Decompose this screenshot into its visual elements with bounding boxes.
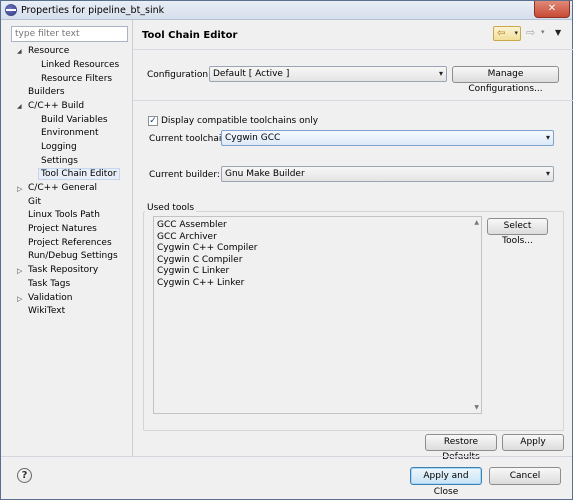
cancel-button[interactable]: Cancel bbox=[489, 467, 561, 485]
tree-item-logging[interactable]: Logging bbox=[41, 141, 77, 154]
used-tools-label: Used tools bbox=[145, 203, 197, 213]
tree-item-settings[interactable]: Settings bbox=[41, 155, 78, 168]
page-header-toolbar: ⇦ ▾ ⇨ ▾ ▼ bbox=[491, 26, 571, 42]
back-arrow-icon: ⇦ bbox=[497, 28, 506, 39]
eclipse-icon bbox=[5, 4, 17, 16]
tree-item-label: Settings bbox=[41, 156, 78, 166]
tree-item-tool-chain-editor[interactable]: Tool Chain Editor bbox=[38, 168, 120, 181]
back-button[interactable]: ⇦ ▾ bbox=[493, 26, 521, 41]
tree-item-label: Resource Filters bbox=[41, 74, 113, 84]
tree-item-label: Project Natures bbox=[28, 224, 97, 234]
tree-item-label: Linked Resources bbox=[41, 60, 120, 70]
tree-item-label: Git bbox=[28, 197, 42, 207]
list-item[interactable]: Cygwin C++ Linker bbox=[157, 278, 244, 288]
apply-button[interactable]: Apply bbox=[502, 434, 564, 451]
title-bar: Properties for pipeline_bt_sink ✕ bbox=[1, 1, 572, 20]
expanded-arrow-icon[interactable]: ◢ bbox=[17, 103, 25, 111]
properties-dialog: Properties for pipeline_bt_sink ✕ ◢ Reso… bbox=[0, 0, 573, 500]
select-tools-button[interactable]: Select Tools... bbox=[487, 218, 548, 246]
scroll-up-icon[interactable]: ▲ bbox=[474, 219, 479, 226]
tree-item-label: Task Repository bbox=[28, 265, 99, 275]
forward-arrow-icon[interactable]: ⇨ bbox=[526, 26, 535, 39]
tree-item-project-references[interactable]: Project References bbox=[28, 237, 112, 250]
tree-item-label: Tool Chain Editor bbox=[38, 168, 120, 180]
tree-item-environment[interactable]: Environment bbox=[41, 127, 98, 140]
list-item[interactable]: GCC Archiver bbox=[157, 232, 217, 242]
chevron-down-icon: ▾ bbox=[545, 133, 550, 142]
current-toolchain-label: Current toolchain: bbox=[149, 134, 231, 144]
tree-item-label: C/C++ Build bbox=[28, 101, 85, 111]
tree-item-label: Project References bbox=[28, 238, 112, 248]
tree-item-label: Run/Debug Settings bbox=[28, 251, 118, 261]
tree-item-label: Validation bbox=[28, 293, 73, 303]
current-toolchain-value: Cygwin GCC bbox=[225, 133, 281, 143]
restore-defaults-button[interactable]: Restore Defaults bbox=[425, 434, 497, 462]
configuration-label: Configuration: bbox=[147, 70, 212, 80]
view-menu-icon[interactable]: ▼ bbox=[555, 28, 561, 37]
manage-configurations-button[interactable]: Manage Configurations... bbox=[452, 66, 559, 94]
tree-item-label: C/C++ General bbox=[28, 183, 98, 193]
list-item[interactable]: GCC Assembler bbox=[157, 220, 227, 230]
tree-item-project-natures[interactable]: Project Natures bbox=[28, 223, 97, 236]
forward-dropdown-icon[interactable]: ▾ bbox=[541, 28, 545, 36]
collapsed-arrow-icon[interactable]: ▷ bbox=[17, 295, 25, 303]
tree-item-task-tags[interactable]: Task Tags bbox=[28, 278, 70, 291]
current-builder-value: Gnu Make Builder bbox=[225, 169, 305, 179]
tree-item-label: Build Variables bbox=[41, 115, 108, 125]
tree-item-build-variables[interactable]: Build Variables bbox=[41, 114, 108, 127]
tree-item-label: Builders bbox=[28, 87, 65, 97]
header-separator bbox=[133, 49, 573, 50]
current-toolchain-select[interactable]: Cygwin GCC ▾ bbox=[221, 130, 554, 146]
tree-item-label: Logging bbox=[41, 142, 77, 152]
tree-item-label: Resource bbox=[28, 46, 70, 56]
page-title: Tool Chain Editor bbox=[142, 30, 238, 41]
tree-item-linux-tools-path[interactable]: Linux Tools Path bbox=[28, 209, 100, 222]
help-icon[interactable]: ? bbox=[17, 468, 32, 483]
tree-item-label: Environment bbox=[41, 128, 99, 138]
list-item[interactable]: Cygwin C Compiler bbox=[157, 255, 242, 265]
tree-item-label: Linux Tools Path bbox=[28, 210, 100, 220]
tree-item-builders[interactable]: Builders bbox=[28, 86, 65, 99]
tree-item-resource-filters[interactable]: Resource Filters bbox=[41, 73, 112, 86]
tree-item-linked-resources[interactable]: Linked Resources bbox=[41, 59, 119, 72]
window-title: Properties for pipeline_bt_sink bbox=[21, 5, 165, 16]
current-builder-label: Current builder: bbox=[149, 170, 220, 180]
apply-and-close-button[interactable]: Apply and Close bbox=[410, 467, 482, 497]
chevron-down-icon: ▾ bbox=[438, 69, 443, 78]
configuration-value: Default [ Active ] bbox=[213, 69, 290, 79]
tree-item-run-debug-settings[interactable]: Run/Debug Settings bbox=[28, 250, 118, 263]
tree-item-git[interactable]: Git bbox=[28, 196, 41, 209]
current-builder-select[interactable]: Gnu Make Builder ▾ bbox=[221, 166, 554, 182]
config-separator bbox=[133, 100, 573, 101]
footer-separator bbox=[1, 456, 572, 457]
chevron-down-icon: ▾ bbox=[545, 169, 550, 178]
tree-item-wikitext[interactable]: WikiText bbox=[28, 305, 65, 318]
list-item[interactable]: Cygwin C++ Compiler bbox=[157, 243, 258, 253]
collapsed-arrow-icon[interactable]: ▷ bbox=[17, 267, 25, 275]
expanded-arrow-icon[interactable]: ◢ bbox=[17, 48, 25, 56]
tool-chain-editor-page: Tool Chain Editor ⇦ ▾ ⇨ ▾ ▼ Configuratio… bbox=[133, 20, 573, 462]
list-item[interactable]: Cygwin C Linker bbox=[157, 266, 229, 276]
scroll-down-icon[interactable]: ▼ bbox=[474, 404, 479, 411]
configuration-select[interactable]: Default [ Active ] ▾ bbox=[209, 66, 447, 82]
tree-item-label: Task Tags bbox=[28, 279, 71, 289]
back-dropdown-icon[interactable]: ▾ bbox=[514, 27, 518, 40]
tree-item-label: WikiText bbox=[28, 306, 66, 316]
display-compatible-label: Display compatible toolchains only bbox=[161, 116, 319, 126]
preference-nav: ◢ Resource Linked Resources Resource Fil… bbox=[7, 23, 132, 455]
display-compatible-checkbox[interactable]: ✓ bbox=[148, 116, 158, 126]
filter-input[interactable] bbox=[11, 26, 128, 42]
collapsed-arrow-icon[interactable]: ▷ bbox=[17, 185, 25, 193]
used-tools-list[interactable]: GCC Assembler GCC Archiver Cygwin C++ Co… bbox=[153, 216, 482, 414]
close-button[interactable]: ✕ bbox=[534, 1, 570, 18]
